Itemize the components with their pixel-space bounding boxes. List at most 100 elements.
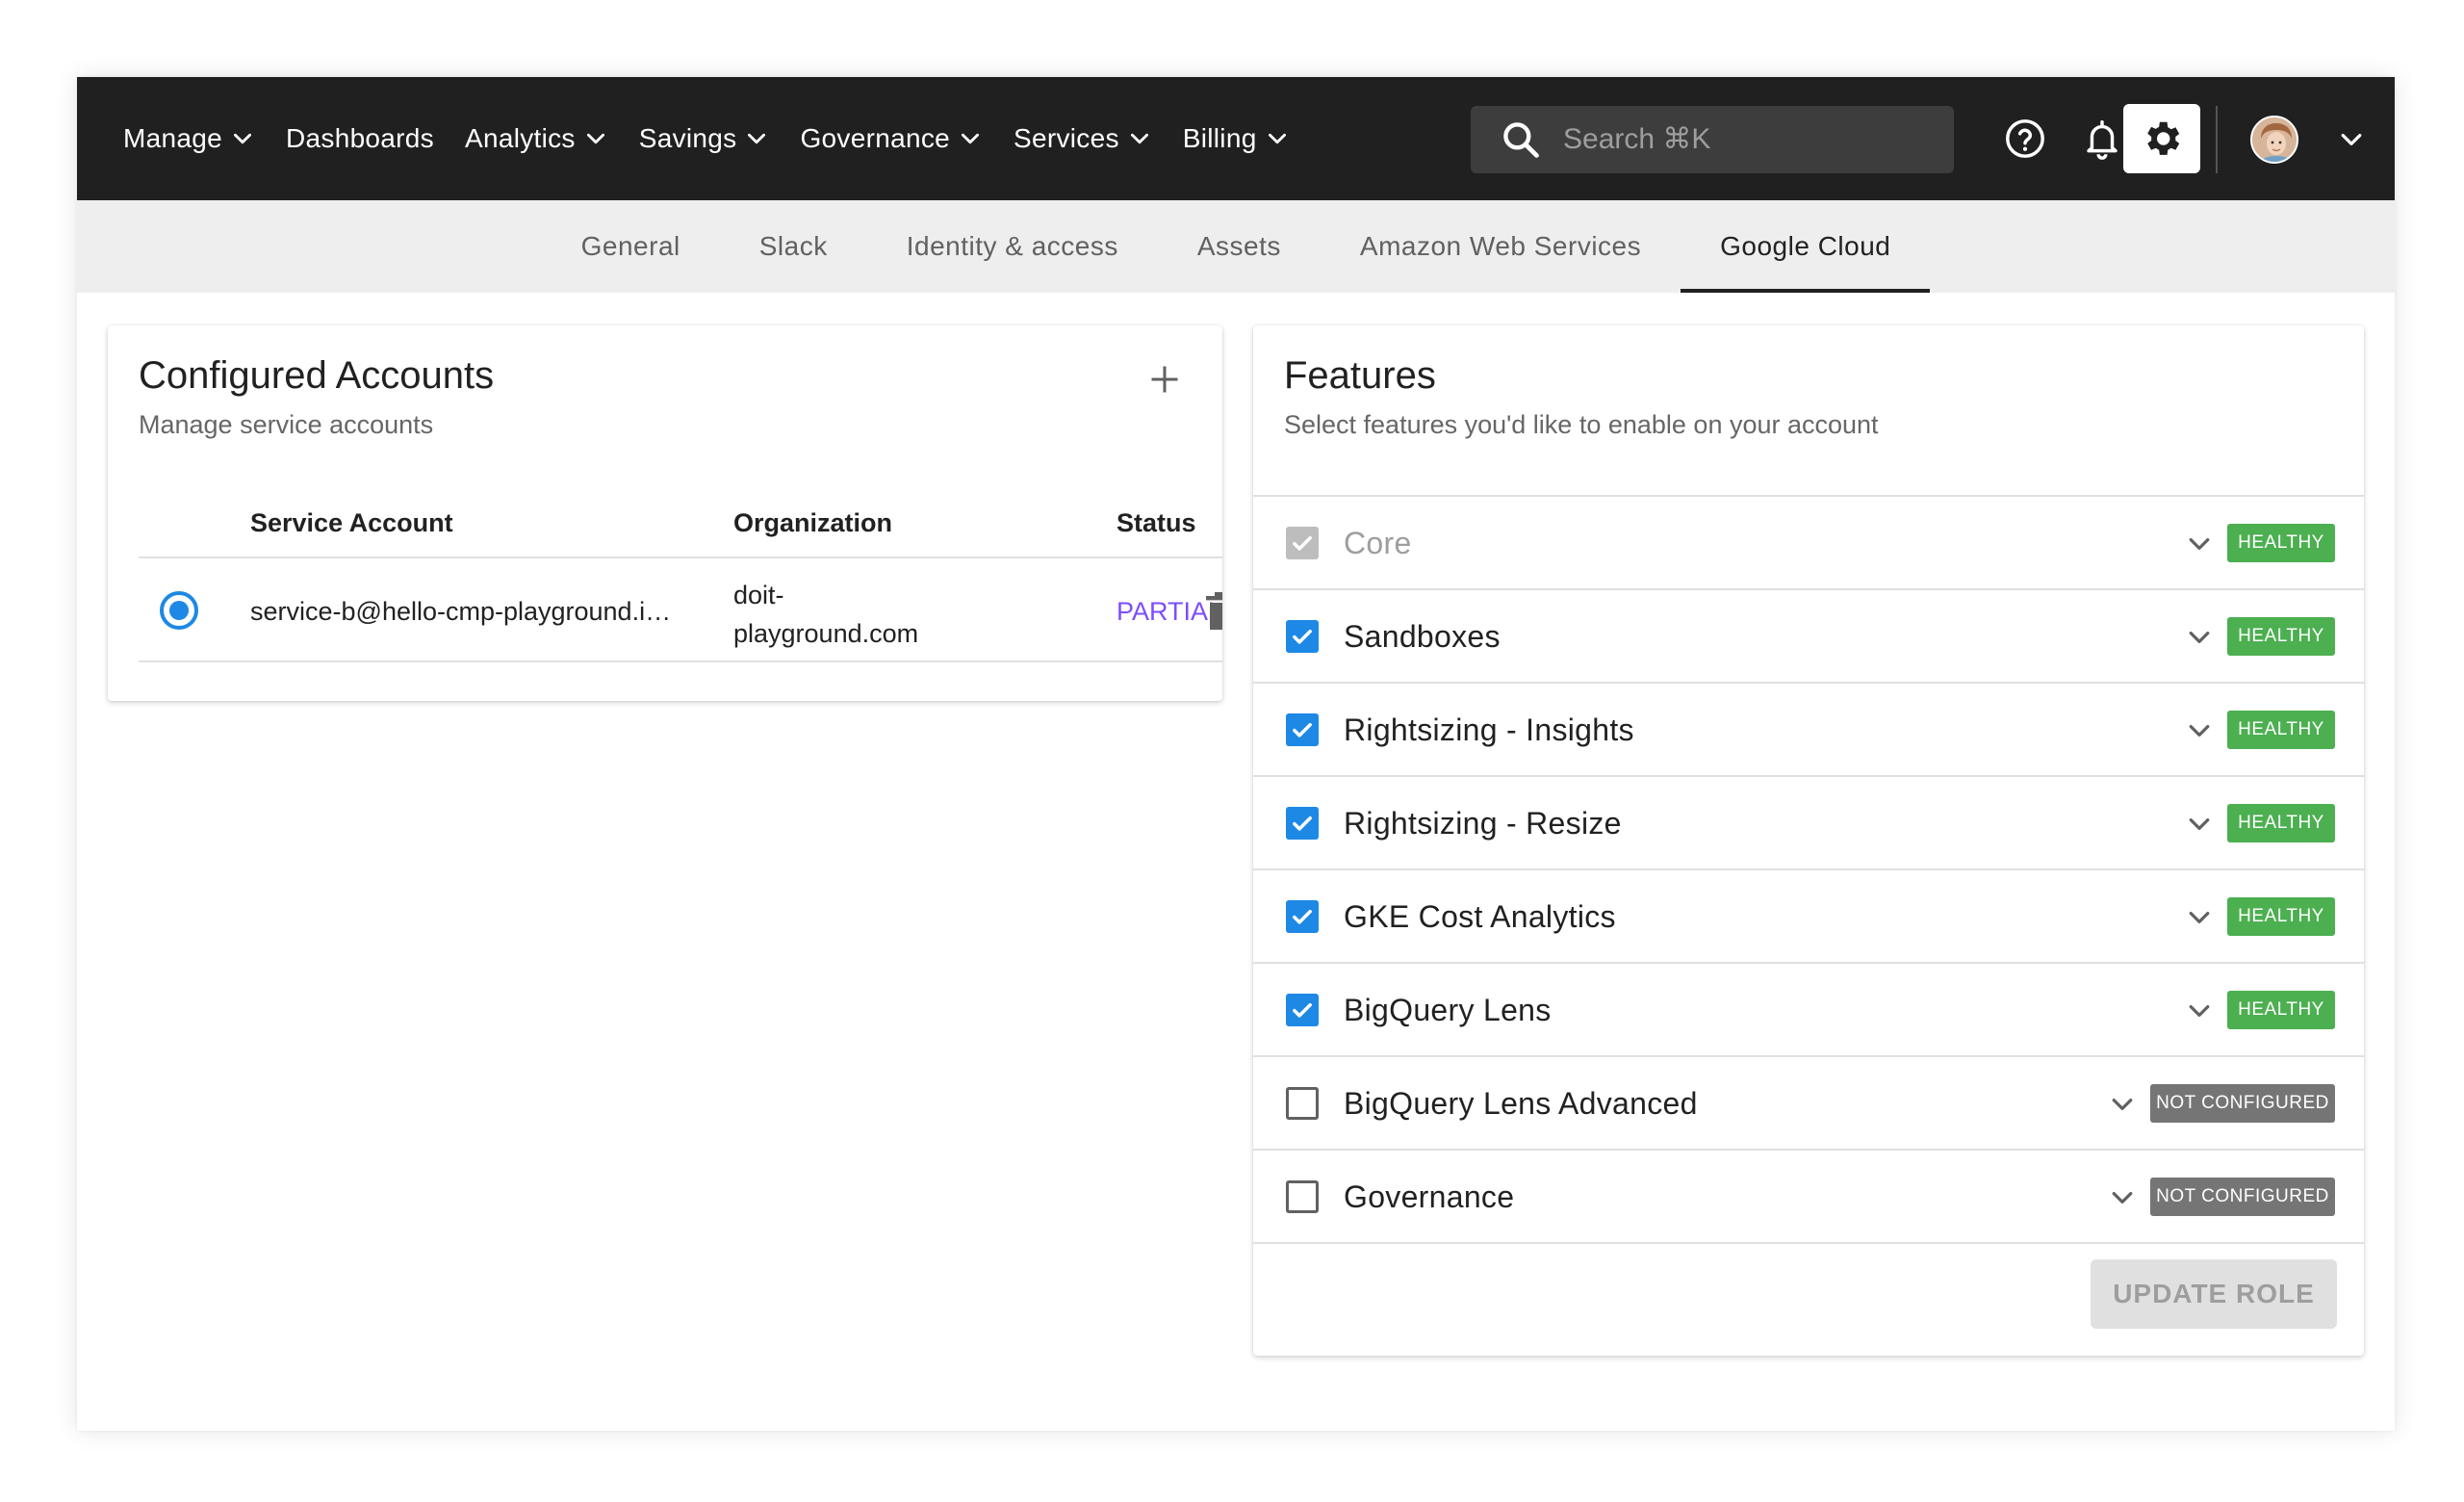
feature-row-gke-cost-analytics: GKE Cost Analytics HEALTHY: [1253, 870, 2364, 964]
nav-item-label: Savings: [638, 123, 737, 153]
column-header-status: Status: [1116, 508, 1196, 537]
chevron-down-icon: [583, 126, 608, 151]
settings-button[interactable]: [2123, 104, 2200, 173]
feature-label: Sandboxes: [1344, 619, 1501, 654]
card-subtitle: Manage service accounts: [139, 410, 434, 439]
nav-item-label: Billing: [1182, 123, 1257, 153]
feature-label: Governance: [1344, 1179, 1515, 1214]
add-account-button[interactable]: [1138, 352, 1192, 406]
nav-item-analytics[interactable]: Analytics: [465, 77, 608, 200]
organization-cell: doit-playground.com: [733, 581, 919, 648]
tab-amazon-web-services[interactable]: Amazon Web Services: [1321, 200, 1681, 293]
status-badge: HEALTHY: [2227, 897, 2335, 936]
check-icon: [1293, 910, 1312, 924]
check-icon: [1293, 1003, 1312, 1018]
feature-row-rightsizing-insights: Rightsizing - Insights HEALTHY: [1253, 684, 2364, 777]
expand-chevron-icon[interactable]: [2108, 1090, 2137, 1119]
expand-chevron-icon[interactable]: [2185, 810, 2214, 839]
nav-item-label: Governance: [800, 123, 950, 153]
check-icon: [1293, 816, 1312, 831]
status-badge: HEALTHY: [2227, 617, 2335, 656]
avatar[interactable]: [2250, 116, 2298, 164]
tab-identity-and-access[interactable]: Identity & access: [867, 200, 1158, 293]
feature-checkbox[interactable]: [1286, 1087, 1319, 1120]
feature-row-bigquery-lens: BigQuery Lens HEALTHY: [1253, 964, 2364, 1057]
feature-label: Rightsizing - Resize: [1344, 806, 1622, 841]
tab-assets[interactable]: Assets: [1158, 200, 1321, 293]
chevron-down-icon[interactable]: [2337, 125, 2366, 154]
status-badge: HEALTHY: [2227, 804, 2335, 842]
check-icon: [1293, 723, 1312, 738]
status-badge: HEALTHY: [2227, 524, 2335, 562]
nav-item-manage[interactable]: Manage: [123, 77, 255, 200]
feature-label: BigQuery Lens: [1344, 993, 1552, 1027]
nav-item-label: Manage: [123, 123, 222, 153]
plus-icon: [1151, 366, 1178, 393]
main-nav: Manage Dashboards Analytics Savings Governan…: [77, 77, 1321, 200]
tab-google-cloud[interactable]: Google Cloud: [1681, 200, 1931, 293]
expand-chevron-icon[interactable]: [2108, 1183, 2137, 1212]
status-badge: HEALTHY: [2227, 991, 2335, 1029]
help-circle-icon: [2006, 119, 2044, 158]
top-nav-bar: Manage Dashboards Analytics Savings Governan…: [77, 77, 2395, 200]
tab-general[interactable]: General: [542, 200, 720, 293]
feature-row-rightsizing-resize: Rightsizing - Resize HEALTHY: [1253, 777, 2364, 870]
expand-chevron-icon[interactable]: [2185, 716, 2214, 745]
avatar-face-icon: [2252, 117, 2297, 162]
feature-checkbox[interactable]: [1286, 620, 1319, 653]
service-account-cell: service-b@hello-cmp-playground.iam.gserv…: [250, 597, 674, 626]
feature-row-sandboxes: Sandboxes HEALTHY: [1253, 590, 2364, 684]
feature-checkbox[interactable]: [1286, 900, 1319, 933]
nav-item-savings[interactable]: Savings: [639, 77, 770, 200]
tab-slack[interactable]: Slack: [720, 200, 867, 293]
chevron-down-icon: [958, 126, 983, 151]
toolbar-divider: [2216, 106, 2218, 173]
delete-icon[interactable]: [1205, 591, 1222, 630]
feature-checkbox: [1286, 527, 1319, 559]
nav-item-billing[interactable]: Billing: [1183, 77, 1290, 200]
check-icon: [1293, 630, 1312, 644]
search-icon: [1503, 122, 1539, 158]
expand-chevron-icon[interactable]: [2185, 903, 2214, 932]
nav-item-dashboards[interactable]: Dashboards: [286, 77, 434, 200]
app-window: Manage Dashboards Analytics Savings Governan…: [77, 77, 2395, 1431]
expand-chevron-icon[interactable]: [2185, 530, 2214, 558]
account-radio-selected[interactable]: [160, 591, 198, 630]
features-card: Features Select features you'd like to e…: [1253, 325, 2364, 1356]
search-input[interactable]: [1563, 123, 1910, 156]
search-box[interactable]: [1471, 106, 1954, 173]
feature-checkbox[interactable]: [1286, 994, 1319, 1026]
card-title: Configured Accounts: [139, 354, 495, 397]
feature-checkbox[interactable]: [1286, 713, 1319, 746]
feature-label: Core: [1344, 526, 1412, 560]
feature-label: Rightsizing - Insights: [1344, 712, 1634, 747]
feature-checkbox[interactable]: [1286, 1180, 1319, 1213]
expand-chevron-icon[interactable]: [2185, 623, 2214, 652]
update-role-button[interactable]: UPDATE ROLE: [2091, 1259, 2337, 1329]
chevron-down-icon: [1265, 126, 1290, 151]
card-title: Features: [1284, 354, 1436, 397]
settings-tabs: General Slack Identity & access Assets Amazo…: [77, 200, 2395, 293]
chevron-down-icon: [744, 126, 769, 151]
chevron-down-icon: [1127, 126, 1152, 151]
card-subtitle: Select features you'd like to enable on …: [1284, 410, 1879, 439]
nav-item-services[interactable]: Services: [1014, 77, 1152, 200]
help-button[interactable]: [1992, 106, 2058, 171]
feature-checkbox[interactable]: [1286, 807, 1319, 840]
column-header-service-account: Service Account: [250, 508, 453, 537]
status-badge: NOT CONFIGURED: [2150, 1178, 2335, 1216]
feature-label: GKE Cost Analytics: [1344, 899, 1616, 934]
nav-item-label: Dashboards: [286, 123, 434, 153]
accounts-table-header: Service Account Organization Status: [139, 481, 1222, 558]
check-icon: [1293, 536, 1312, 551]
feature-label: BigQuery Lens Advanced: [1344, 1086, 1698, 1121]
configured-accounts-card: Configured Accounts Manage service accou…: [108, 325, 1222, 701]
column-header-organization: Organization: [733, 508, 893, 537]
feature-row-core: Core HEALTHY: [1253, 497, 2364, 590]
expand-chevron-icon[interactable]: [2185, 997, 2214, 1025]
status-badge: NOT CONFIGURED: [2150, 1084, 2335, 1123]
chevron-down-icon: [230, 126, 255, 151]
nav-item-governance[interactable]: Governance: [800, 77, 983, 200]
feature-row-bigquery-lens-advanced: BigQuery Lens Advanced NOT CONFIGURED: [1253, 1057, 2364, 1151]
status-badge: HEALTHY: [2227, 711, 2335, 749]
